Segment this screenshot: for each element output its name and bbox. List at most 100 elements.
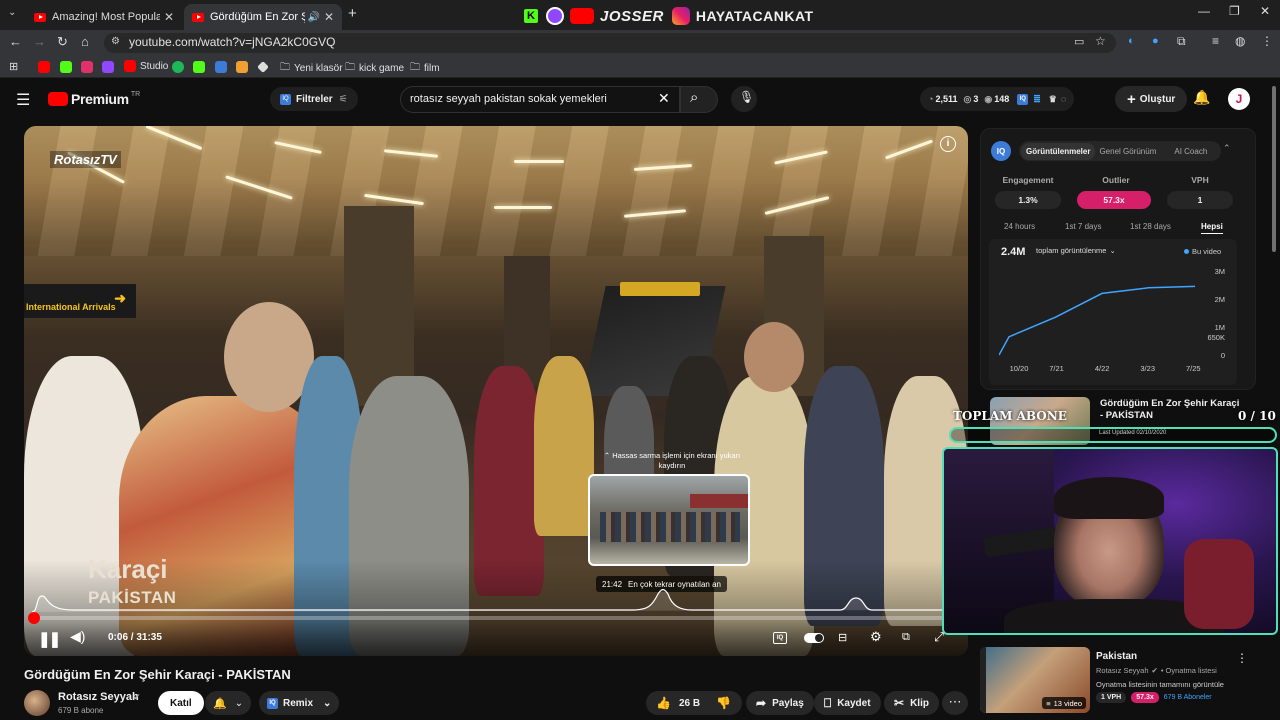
video-shade [24, 416, 968, 656]
new-tab-icon[interactable]: + [348, 5, 357, 22]
range-28d[interactable]: 1st 28 days [1130, 222, 1171, 231]
vidiq-logo-icon: IQ [991, 141, 1011, 161]
tab-overview[interactable]: Genel Görünüm [1095, 147, 1164, 156]
legend-dot [1184, 249, 1189, 254]
vidiq-stats-bar[interactable]: ◔ 2,511 ◎ 3 ◉ 148 IQ ≣ ♛ ◌ [920, 87, 1075, 111]
profile-icon[interactable]: ◍ [1235, 34, 1245, 48]
tab-ai-coach[interactable]: AI Coach [1164, 147, 1219, 156]
forward-icon[interactable]: → [33, 34, 46, 49]
bookmark-film[interactable]: 🗀 film [410, 60, 440, 77]
channel-avatar[interactable] [24, 690, 50, 716]
audio-icon[interactable]: 🔊 [307, 12, 319, 23]
tab-2-close-icon[interactable]: ✕ [324, 10, 334, 24]
chair [1184, 539, 1254, 629]
install-icon[interactable]: ▭ [1074, 35, 1084, 48]
like-count[interactable]: 26 B [679, 698, 700, 709]
site-info-icon[interactable]: ⚙ [111, 36, 120, 47]
tab-1-close-icon[interactable]: ✕ [164, 10, 174, 24]
bookmark-star-icon[interactable]: ☆ [1095, 34, 1106, 48]
pause-icon[interactable]: ❚❚ [38, 630, 61, 648]
back-icon[interactable]: ← [9, 34, 22, 49]
minimize-icon[interactable]: — [1198, 4, 1210, 18]
volume-icon[interactable]: ◀) [70, 628, 85, 645]
url-text: youtube.com/watch?v=jNGA2kC0GVQ [129, 35, 336, 49]
tab-views[interactable]: Görüntülenmeler [1021, 142, 1096, 160]
filters-button[interactable]: IQ Filtreler ⚟ [270, 87, 358, 111]
folder-icon: 🗀 [345, 62, 355, 73]
y-tick-label: 3M [1215, 267, 1225, 276]
instagram-icon [671, 7, 690, 25]
tab-1[interactable]: Amazing! Most Popular Indian S ✕ [26, 4, 182, 30]
search-button[interactable] [680, 86, 718, 113]
youtube-logo[interactable]: Premium TR [48, 91, 140, 107]
chevron-down-icon: ⌄ [234, 697, 244, 709]
search-input[interactable]: rotasız seyyah pakistan sokak yemekleri [410, 93, 607, 105]
range-7d[interactable]: 1st 7 days [1065, 222, 1101, 231]
remix-label: Remix [283, 697, 314, 709]
create-button[interactable]: + Oluştur [1115, 86, 1188, 112]
playlist-more-icon[interactable]: ⋮ [1236, 651, 1248, 665]
apps-icon[interactable]: ⊞ [9, 60, 18, 73]
collapse-icon[interactable]: ⌃ [1223, 143, 1231, 154]
bookmark-instagram-icon[interactable] [81, 61, 93, 73]
clip-button[interactable]: ✂ Klip [884, 691, 939, 715]
info-icon[interactable]: i [940, 136, 956, 152]
recommended-title-1[interactable]: Gördüğüm En Zor Şehir Karaçi - PAKİSTAN [1100, 398, 1240, 422]
extensions-icon[interactable]: ⧉ [1177, 34, 1186, 49]
extension-shield-icon[interactable]: ● [1152, 35, 1159, 47]
views-dropdown[interactable]: toplam görüntülenme ⌄ [1036, 246, 1116, 255]
captions-icon[interactable]: ⊟ [838, 631, 847, 644]
bookmark-youtube-icon[interactable] [38, 61, 50, 73]
menu-icon[interactable]: ⋮ [1261, 34, 1273, 48]
miniplayer-icon[interactable]: ⧉ [902, 631, 910, 644]
close-window-icon[interactable]: ✕ [1260, 4, 1270, 18]
tab-2[interactable]: Gördüğüm En Zor Şehir Karaç 🔊 ✕ [184, 4, 342, 30]
save-button[interactable]: ⎕ Kaydet [814, 691, 881, 715]
metric-vph-value: 1 [1167, 191, 1233, 209]
reading-list-icon[interactable]: ≡ [1212, 34, 1219, 48]
settings-gear-icon[interactable]: ⚙ [870, 629, 882, 645]
banner-text-2: HAYATACANKAT [695, 8, 814, 24]
outlier-badge: 57.3x [1131, 692, 1159, 703]
home-icon[interactable]: ⌂ [81, 34, 89, 49]
extension-wave-icon[interactable]: ◐ [1128, 35, 1135, 47]
page-scrollbar[interactable] [1272, 86, 1276, 252]
bookmark-game-icon[interactable] [236, 61, 248, 73]
bookmark-kick-icon[interactable] [60, 61, 72, 73]
join-button[interactable]: Katıl [158, 691, 204, 715]
bookmark-studio[interactable]: Studio [124, 60, 168, 72]
remix-button[interactable]: IQ Remix ⌄ [259, 691, 340, 715]
share-button[interactable]: ➦ Paylaş [746, 691, 814, 715]
arabic-sign [620, 282, 700, 296]
ceiling-light [514, 160, 564, 163]
like-icon[interactable]: 👍 [656, 696, 671, 710]
autoplay-toggle[interactable] [804, 633, 824, 643]
progress-bar[interactable] [32, 616, 954, 620]
clear-search-icon[interactable]: ✕ [658, 90, 670, 107]
dislike-icon[interactable]: 👎 [716, 696, 731, 710]
bookmark-kick-game[interactable]: 🗀 kick game [345, 60, 404, 77]
vidiq-player-icon[interactable]: IQ [773, 632, 787, 644]
video-player[interactable]: International Arrivals ➜ RotasızTV i Kar… [24, 126, 968, 656]
bookmark-spotify-icon[interactable] [172, 61, 184, 73]
bookmark-yeni-klasor[interactable]: 🗀 Yeni klasör [280, 60, 343, 77]
subscribed-bell-button[interactable]: 🔔 ⌄ [205, 691, 252, 715]
playlist-channel[interactable]: Rotasız Seyyah [1096, 666, 1149, 675]
playlist-title[interactable]: Pakistan [1096, 651, 1137, 662]
playlist-view-all[interactable]: Oynatma listesinin tamamını görüntüle [1096, 680, 1224, 689]
bookmark-twitch-icon[interactable] [102, 61, 114, 73]
account-avatar[interactable]: J [1228, 88, 1250, 110]
range-all[interactable]: Hepsi [1201, 222, 1223, 234]
reload-icon[interactable]: ↻ [57, 34, 68, 50]
maximize-icon[interactable]: ❐ [1229, 4, 1240, 18]
more-actions-icon[interactable]: ⋯ [942, 691, 968, 715]
y-tick-label: 0 [1221, 351, 1225, 360]
tab-list-icon[interactable]: ⌄ [8, 7, 16, 18]
bookmark-kick2-icon[interactable] [193, 61, 205, 73]
range-24h[interactable]: 24 hours [1004, 222, 1035, 231]
guide-menu-icon[interactable]: ☰ [16, 90, 30, 110]
bookmark-translate-icon[interactable] [215, 61, 227, 73]
playlist-thumbnail[interactable]: ≡ 13 video [980, 647, 1090, 713]
notifications-bell-icon[interactable]: 🔔 [1193, 89, 1210, 106]
channel-name[interactable]: Rotasız Seyyah [58, 691, 139, 703]
